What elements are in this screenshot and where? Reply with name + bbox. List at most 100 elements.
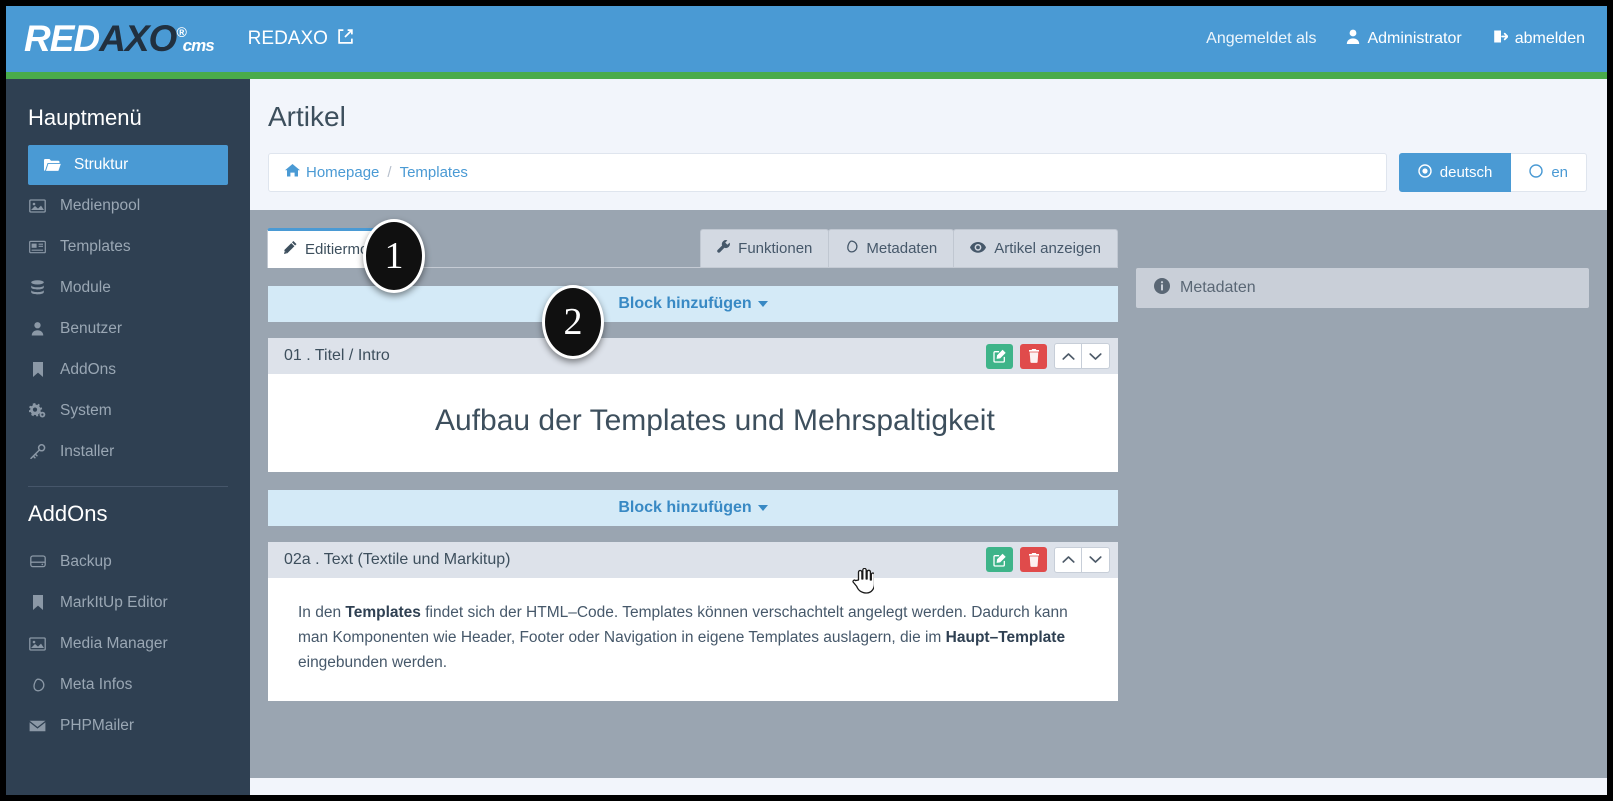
breadcrumb-label: Homepage — [306, 164, 380, 181]
sidebar-item-system[interactable]: System — [6, 390, 250, 431]
editor-workspace: Editiermodus Funktionen Metadaten Artike… — [250, 210, 1607, 778]
article-heading: Aufbau der Templates und Mehrspaltigkeit — [435, 404, 995, 437]
breadcrumb-item-templates[interactable]: Templates — [400, 164, 468, 181]
external-link-icon — [337, 28, 354, 51]
cogs-icon — [28, 403, 47, 418]
breadcrumb-separator: / — [387, 164, 392, 181]
brand-frontend-link[interactable]: REDAXO — [248, 28, 354, 51]
content-block: 01 . Titel / Intro Aufbau der Templates … — [268, 338, 1118, 472]
sidebar-item-phpmailer[interactable]: PHPMailer — [6, 705, 250, 746]
sidebar-item-label: Installer — [60, 442, 115, 460]
editor-column: Editiermodus Funktionen Metadaten Artike… — [267, 228, 1118, 760]
sidebar-item-label: Medienpool — [60, 196, 141, 214]
block-move-buttons — [1054, 546, 1110, 573]
move-up-button[interactable] — [1054, 546, 1082, 573]
sidebar-item-label: MarkItUp Editor — [60, 593, 168, 611]
wrench-icon — [717, 240, 731, 257]
app-window: RED AXO ® cms REDAXO Angemeldet als Adminis… — [6, 6, 1607, 795]
sidebar-item-media-manager[interactable]: Media Manager — [6, 623, 250, 664]
bookmark-icon — [28, 595, 47, 610]
sidebar-item-label: PHPMailer — [60, 716, 135, 734]
breadcrumb-item-homepage[interactable]: Homepage — [285, 164, 379, 181]
block-title: 02a . Text (Textile und Markitup) — [284, 550, 511, 568]
folder-open-icon — [42, 158, 62, 172]
info-circle-icon — [1154, 277, 1170, 299]
logo-red: RED — [24, 18, 100, 59]
tab-artikel-anzeigen[interactable]: Artikel anzeigen — [953, 229, 1118, 267]
radio-checked-icon — [1418, 163, 1432, 182]
newspaper-icon — [28, 240, 47, 254]
sidebar-item-label: Media Manager — [60, 634, 168, 652]
move-down-button[interactable] — [1082, 546, 1110, 573]
edit-button[interactable] — [986, 547, 1013, 573]
sidebar-item-markitup-editor[interactable]: MarkItUp Editor — [6, 582, 250, 623]
sidebar-item-medienpool[interactable]: Medienpool — [6, 185, 250, 226]
callout-number: 2 — [563, 301, 583, 343]
language-label: en — [1551, 164, 1568, 181]
tab-label: Artikel anzeigen — [994, 240, 1101, 257]
logo-axo: AXO — [99, 18, 177, 59]
sidebar-item-label: Struktur — [74, 156, 129, 173]
sidebar-item-templates[interactable]: Templates — [6, 226, 250, 267]
text-run-bold: Templates — [345, 603, 421, 621]
tag-icon — [845, 240, 858, 257]
language-option-deutsch[interactable]: deutsch — [1398, 153, 1512, 192]
tab-funktionen[interactable]: Funktionen — [700, 229, 830, 267]
block-body: Aufbau der Templates und Mehrspaltigkeit — [268, 374, 1118, 472]
brand-link-label: REDAXO — [247, 28, 328, 49]
tab-metadaten[interactable]: Metadaten — [828, 229, 955, 267]
add-block-bar-middle[interactable]: Block hinzufügen — [268, 489, 1118, 526]
sidebar-item-backup[interactable]: Backup — [6, 541, 250, 582]
editor-tabs-right: Funktionen Metadaten Artikel anzeigen — [700, 229, 1118, 267]
sidebar-addons-title: AddOns — [28, 501, 108, 526]
page-title: Artikel — [268, 101, 346, 132]
user-icon — [1346, 29, 1360, 49]
move-down-button[interactable] — [1082, 343, 1110, 369]
image-icon — [28, 198, 47, 213]
sidebar-item-struktur[interactable]: Struktur — [28, 145, 228, 185]
language-option-en[interactable]: en — [1511, 153, 1587, 192]
user-name: Administrator — [1367, 30, 1462, 47]
content-block: 02a . Text (Textile und Markitup) In den… — [268, 541, 1118, 701]
caret-down-icon — [757, 301, 768, 307]
body-wrapper: Hauptmenü Struktur Medienpool Templates — [6, 79, 1607, 795]
sidebar-main-title: Hauptmenü — [28, 105, 142, 130]
language-switcher: deutsch en — [1398, 153, 1587, 192]
block-body: In den Templates findet sich der HTML–Co… — [268, 577, 1118, 701]
sidebar-item-addons[interactable]: AddOns — [6, 349, 250, 390]
caret-down-icon — [757, 504, 768, 511]
block-move-buttons — [1054, 343, 1110, 369]
sidebar-item-meta-infos[interactable]: Meta Infos — [6, 664, 250, 705]
database-icon — [28, 280, 47, 295]
add-block-label: Block hinzufügen — [618, 295, 752, 312]
block-actions — [986, 546, 1110, 573]
metadata-panel-header[interactable]: Metadaten — [1136, 268, 1589, 308]
current-user-link[interactable]: Administrator — [1346, 29, 1462, 49]
sidebar-item-label: System — [60, 401, 112, 419]
sidebar: Hauptmenü Struktur Medienpool Templates — [6, 79, 250, 795]
sidebar-item-module[interactable]: Module — [6, 267, 250, 308]
bookmark-icon — [28, 362, 47, 377]
envelope-icon — [28, 720, 47, 732]
sidebar-item-label: Templates — [60, 237, 131, 255]
tab-label: Metadaten — [866, 240, 938, 257]
text-run: In den — [298, 603, 346, 621]
key-icon — [28, 444, 47, 459]
eye-icon — [970, 240, 987, 257]
sidebar-item-installer[interactable]: Installer — [6, 431, 250, 472]
sidebar-item-label: Benutzer — [60, 319, 123, 337]
callout-badge-1: 1 — [363, 219, 425, 293]
redaxo-logo[interactable]: RED AXO ® cms — [24, 18, 215, 60]
sidebar-item-benutzer[interactable]: Benutzer — [6, 308, 250, 349]
tag-icon — [28, 678, 47, 692]
sidebar-item-label: Module — [60, 278, 111, 296]
move-up-button[interactable] — [1054, 343, 1082, 369]
top-navbar: RED AXO ® cms REDAXO Angemeldet als Adminis… — [6, 6, 1607, 72]
delete-button[interactable] — [1020, 343, 1047, 369]
logo-registered-mark: ® — [176, 24, 186, 40]
edit-button[interactable] — [986, 343, 1013, 369]
pencil-icon — [284, 241, 297, 258]
logout-link[interactable]: abmelden — [1492, 29, 1585, 49]
sidebar-item-label: Meta Infos — [60, 675, 133, 693]
delete-button[interactable] — [1020, 547, 1047, 573]
